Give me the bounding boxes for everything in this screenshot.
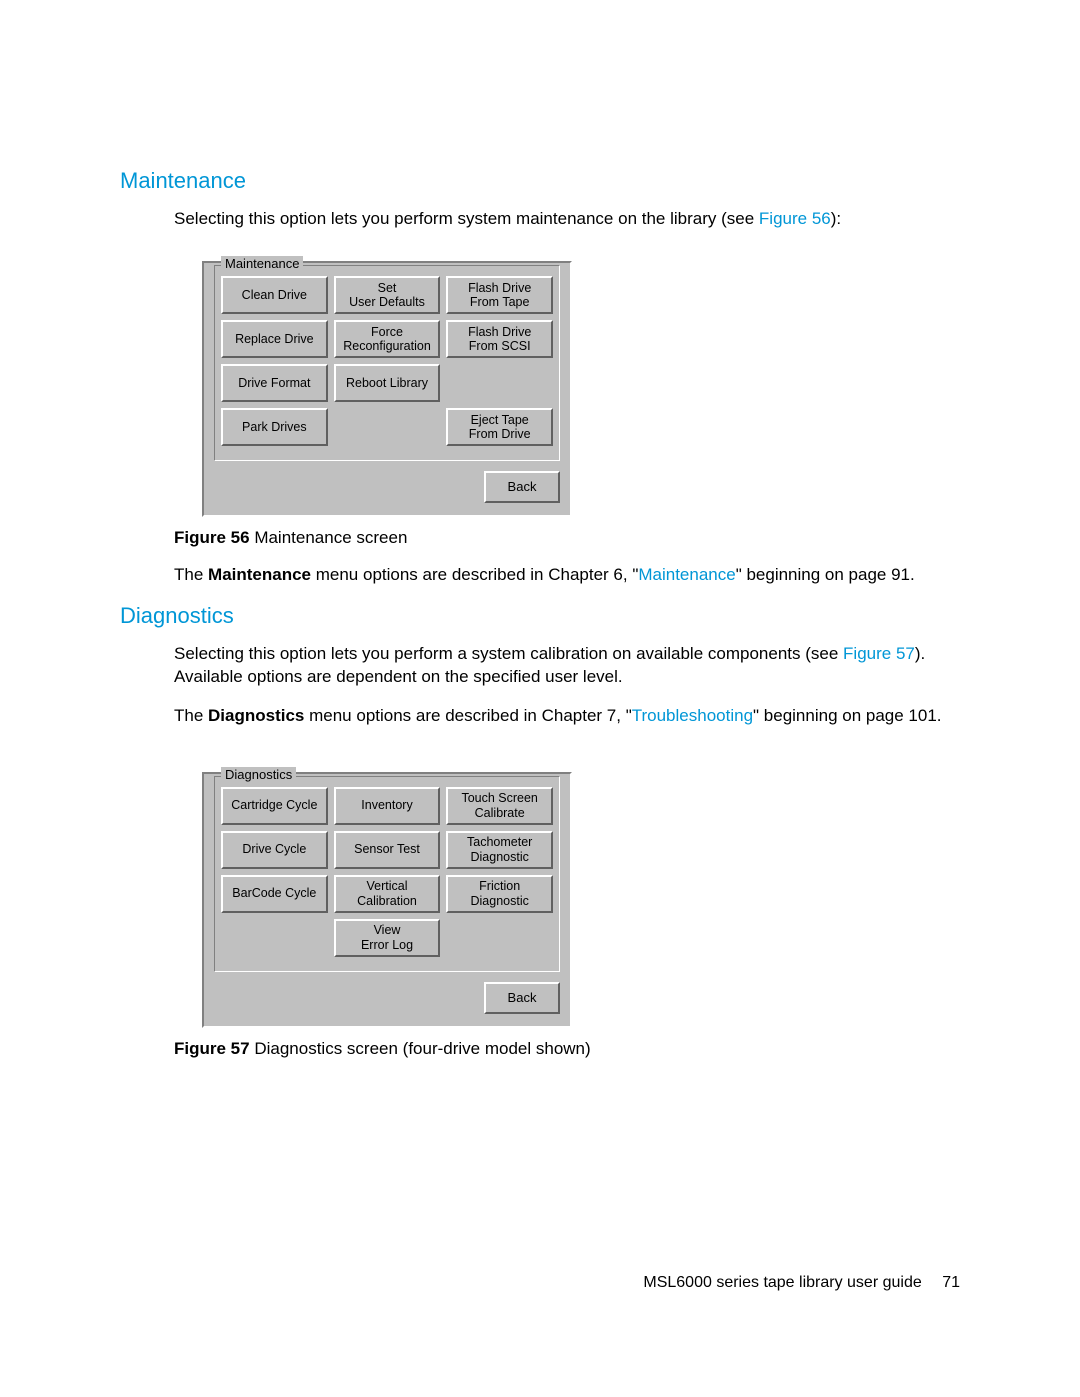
flash-from-tape-button[interactable]: Flash Drive From Tape: [446, 276, 553, 314]
figure-56-caption: Figure 56 Maintenance screen: [120, 527, 960, 550]
clean-drive-button[interactable]: Clean Drive: [221, 276, 328, 314]
figure-caption-text: Diagnostics screen (four-drive model sho…: [250, 1039, 591, 1058]
inventory-button[interactable]: Inventory: [334, 787, 441, 825]
maintenance-group: Maintenance Clean Drive Set User Default…: [214, 265, 560, 461]
drive-cycle-button[interactable]: Drive Cycle: [221, 831, 328, 869]
text: " beginning on page 91.: [736, 565, 915, 584]
park-drives-button[interactable]: Park Drives: [221, 408, 328, 446]
cartridge-cycle-button[interactable]: Cartridge Cycle: [221, 787, 328, 825]
figure-57-caption: Figure 57 Diagnostics screen (four-drive…: [120, 1038, 960, 1061]
text: Selecting this option lets you perform s…: [174, 209, 759, 228]
figure-caption-text: Maintenance screen: [250, 528, 408, 547]
term-diagnostics: Diagnostics: [208, 706, 304, 725]
drive-format-button[interactable]: Drive Format: [221, 364, 328, 402]
section-heading-maintenance: Maintenance: [120, 168, 960, 194]
text: The: [174, 565, 208, 584]
friction-diagnostic-button[interactable]: Friction Diagnostic: [446, 875, 553, 913]
force-reconfig-button[interactable]: Force Reconfiguration: [334, 320, 441, 358]
text: menu options are described in Chapter 6,…: [311, 565, 638, 584]
view-error-log-button[interactable]: View Error Log: [334, 919, 441, 957]
section-heading-diagnostics: Diagnostics: [120, 603, 960, 629]
diagnostics-panel: Diagnostics Cartridge Cycle Inventory To…: [202, 772, 572, 1028]
figure-56-link[interactable]: Figure 56: [759, 209, 831, 228]
diagnostics-intro: Selecting this option lets you perform a…: [120, 643, 960, 689]
barcode-cycle-button[interactable]: BarCode Cycle: [221, 875, 328, 913]
page: Maintenance Selecting this option lets y…: [0, 0, 1080, 1397]
text: " beginning on page 101.: [753, 706, 941, 725]
figure-56: Maintenance Clean Drive Set User Default…: [202, 261, 960, 517]
term-maintenance: Maintenance: [208, 565, 311, 584]
diagnostics-description: The Diagnostics menu options are describ…: [120, 705, 960, 728]
maintenance-chapter-link[interactable]: Maintenance: [638, 565, 735, 584]
sensor-test-button[interactable]: Sensor Test: [334, 831, 441, 869]
replace-drive-button[interactable]: Replace Drive: [221, 320, 328, 358]
group-legend: Diagnostics: [221, 767, 296, 782]
touch-calibrate-button[interactable]: Touch Screen Calibrate: [446, 787, 553, 825]
figure-label: Figure 56: [174, 528, 250, 547]
text: ):: [831, 209, 841, 228]
text: The: [174, 706, 208, 725]
maintenance-description: The Maintenance menu options are describ…: [120, 564, 960, 587]
set-user-defaults-button[interactable]: Set User Defaults: [334, 276, 441, 314]
back-button[interactable]: Back: [484, 471, 560, 503]
diagnostics-group: Diagnostics Cartridge Cycle Inventory To…: [214, 776, 560, 972]
back-button[interactable]: Back: [484, 982, 560, 1014]
troubleshooting-chapter-link[interactable]: Troubleshooting: [632, 706, 753, 725]
vertical-calibration-button[interactable]: Vertical Calibration: [334, 875, 441, 913]
maintenance-intro: Selecting this option lets you perform s…: [120, 208, 960, 231]
tachometer-button[interactable]: Tachometer Diagnostic: [446, 831, 553, 869]
reboot-library-button[interactable]: Reboot Library: [334, 364, 441, 402]
eject-tape-button[interactable]: Eject Tape From Drive: [446, 408, 553, 446]
footer-title: MSL6000 series tape library user guide: [643, 1274, 921, 1291]
page-footer: MSL6000 series tape library user guide 7…: [643, 1274, 960, 1292]
text: menu options are described in Chapter 7,…: [304, 706, 631, 725]
footer-page-number: 71: [926, 1274, 960, 1291]
maintenance-panel: Maintenance Clean Drive Set User Default…: [202, 261, 572, 517]
figure-57-link[interactable]: Figure 57: [843, 644, 915, 663]
text: Selecting this option lets you perform a…: [174, 644, 843, 663]
group-legend: Maintenance: [221, 256, 303, 271]
flash-from-scsi-button[interactable]: Flash Drive From SCSI: [446, 320, 553, 358]
figure-57: Diagnostics Cartridge Cycle Inventory To…: [202, 772, 960, 1028]
figure-label: Figure 57: [174, 1039, 250, 1058]
